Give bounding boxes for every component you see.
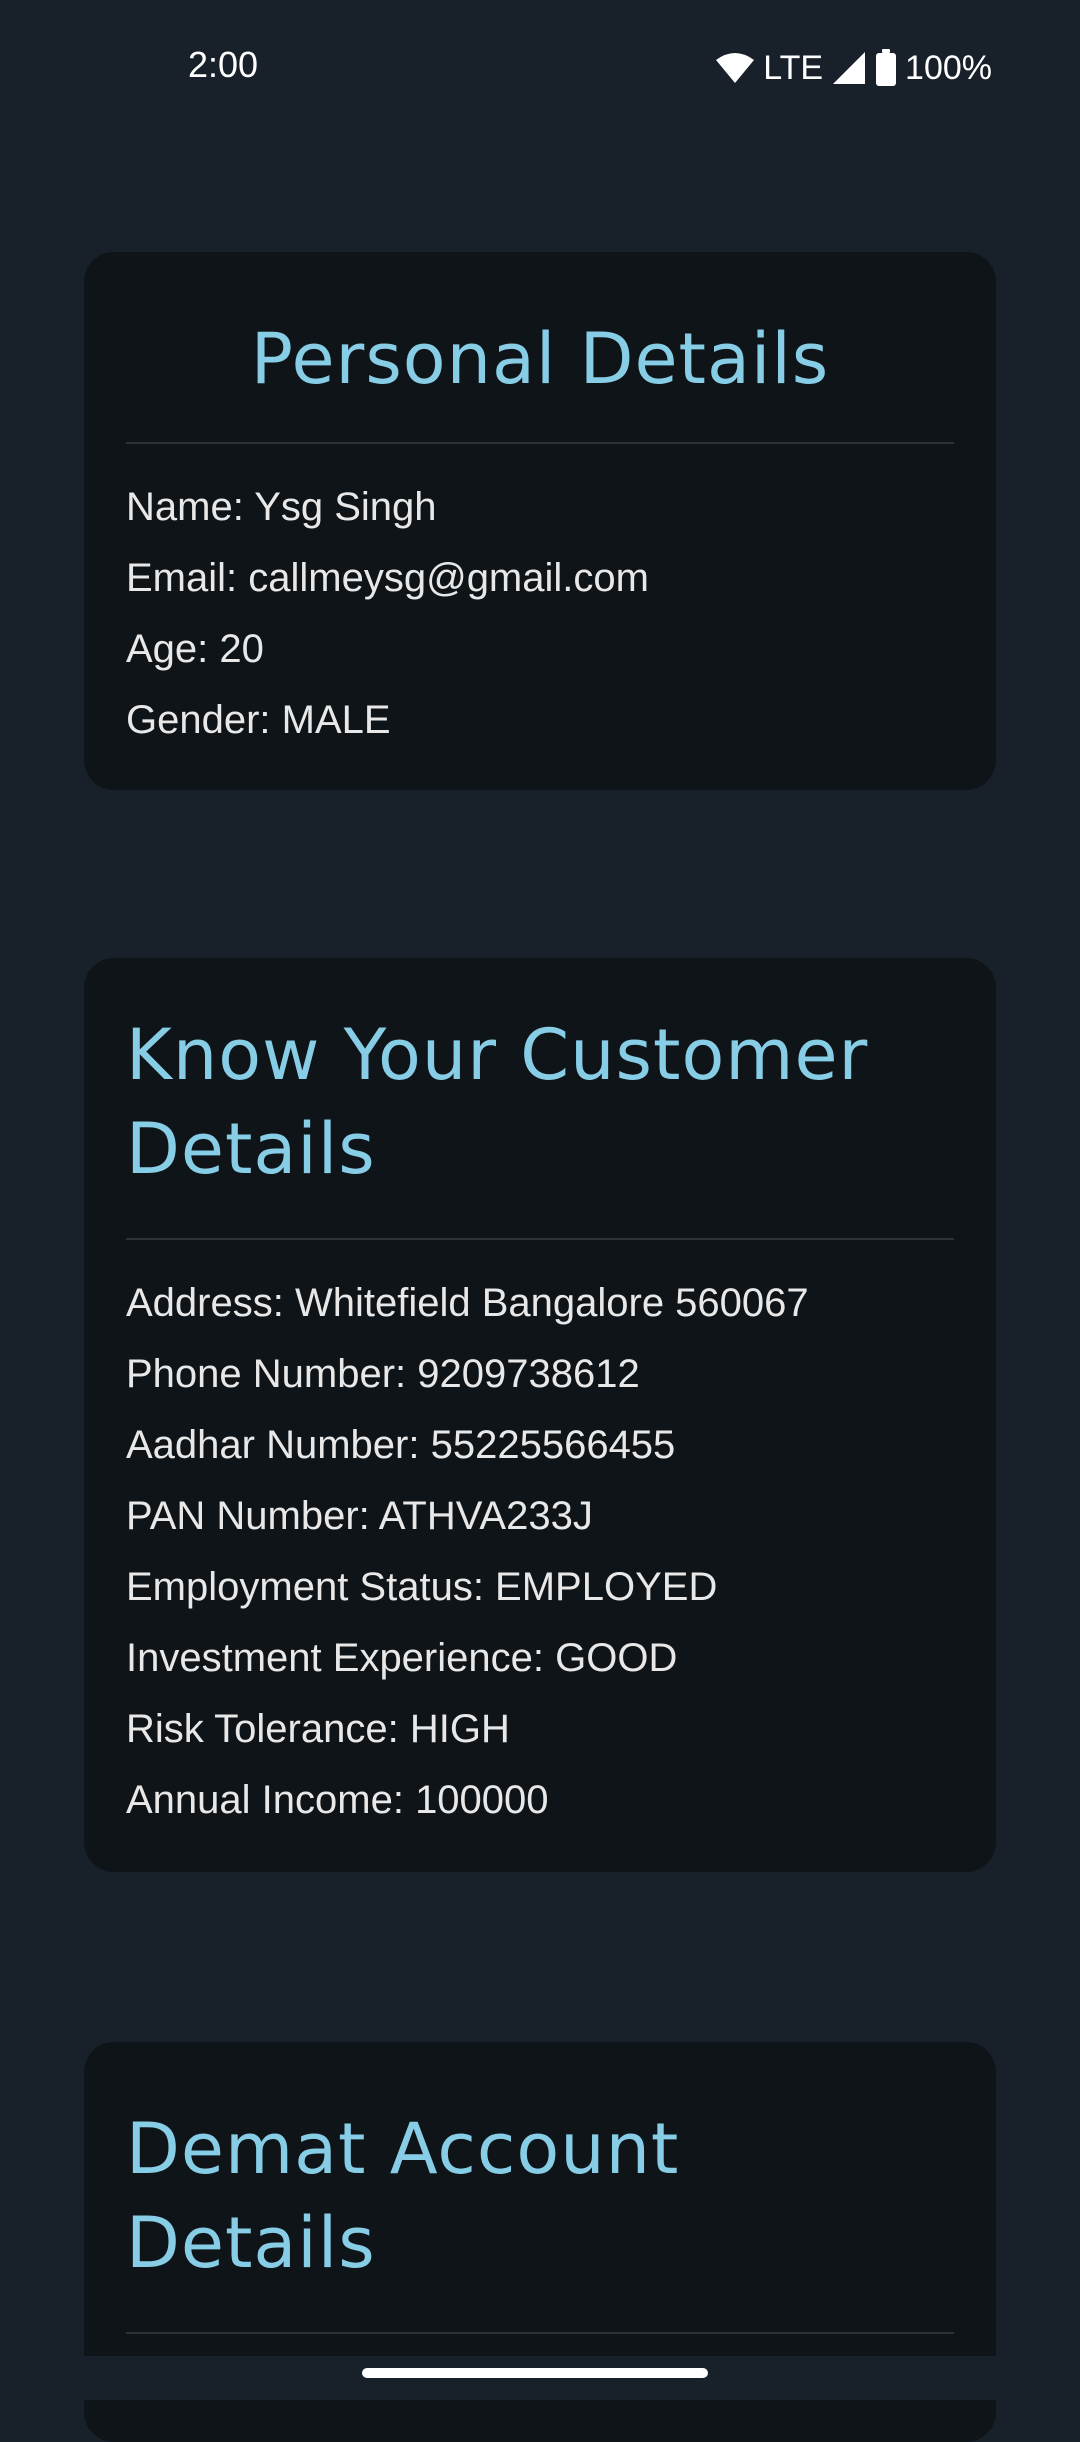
demat-title-line1: Demat Account <box>126 2108 680 2190</box>
network-type: LTE <box>763 48 824 87</box>
personal-details-card: Personal Details Name: Ysg Singh Email: … <box>84 252 996 790</box>
detail-row-phone: Phone Number: 9209738612 <box>126 1339 954 1410</box>
detail-label: Age: <box>126 627 220 671</box>
detail-row-investment: Investment Experience: GOOD <box>126 1623 954 1694</box>
detail-row-risk: Risk Tolerance: HIGH <box>126 1694 954 1765</box>
battery-level: 100% <box>905 48 992 87</box>
kyc-title-line2: Details <box>126 1108 376 1190</box>
kyc-details-title: Know Your Customer Details <box>126 958 954 1196</box>
detail-value: 20 <box>219 627 264 671</box>
detail-row-gender: Gender: MALE <box>126 685 954 756</box>
battery-icon <box>875 49 897 87</box>
personal-details-list: Name: Ysg Singh Email: callmeysg@gmail.c… <box>126 444 954 756</box>
detail-row-pan: PAN Number: ATHVA233J <box>126 1481 954 1552</box>
detail-label: Gender: <box>126 698 282 742</box>
detail-value: MALE <box>281 698 391 742</box>
home-gesture-handle[interactable] <box>362 2368 708 2378</box>
personal-details-title: Personal Details <box>250 318 830 400</box>
detail-row-age: Age: 20 <box>126 614 954 685</box>
status-time: 2:00 <box>188 44 259 85</box>
kyc-details-card: Know Your Customer Details Address: Whit… <box>84 958 996 1872</box>
kyc-title-line1: Know Your Customer <box>126 1014 869 1096</box>
detail-value: Whitefield Bangalore 560067 <box>294 1281 809 1325</box>
signal-icon <box>831 50 867 86</box>
status-bar: 2:00 LTE 100% <box>0 0 1080 136</box>
detail-value: 55225566455 <box>430 1423 676 1467</box>
status-icons: LTE 100% <box>715 44 992 92</box>
detail-value: EMPLOYED <box>495 1565 718 1609</box>
kyc-details-list: Address: Whitefield Bangalore 560067 Pho… <box>126 1240 954 1836</box>
demat-details-title: Demat Account Details <box>126 2042 954 2290</box>
detail-value: GOOD <box>555 1636 678 1680</box>
detail-label: Name: <box>126 485 255 529</box>
detail-label: Phone Number: <box>126 1352 418 1396</box>
detail-row-aadhar: Aadhar Number: 55225566455 <box>126 1410 954 1481</box>
detail-value: callmeysg@gmail.com <box>248 556 649 600</box>
detail-label: Investment Experience: <box>126 1636 556 1680</box>
detail-label: Email: <box>126 556 249 600</box>
detail-value: Ysg Singh <box>254 485 437 529</box>
detail-label: Aadhar Number: <box>126 1423 431 1467</box>
detail-row-address: Address: Whitefield Bangalore 560067 <box>126 1268 954 1339</box>
detail-label: Annual Income: <box>126 1778 416 1822</box>
divider <box>126 2332 954 2334</box>
detail-label: PAN Number: <box>126 1494 379 1538</box>
detail-value: HIGH <box>409 1707 510 1751</box>
detail-label: Employment Status: <box>126 1565 496 1609</box>
detail-row-email: Email: callmeysg@gmail.com <box>126 543 954 614</box>
detail-value: 100000 <box>415 1778 549 1822</box>
gesture-bar-area <box>0 2356 1080 2400</box>
detail-row-name: Name: Ysg Singh <box>126 472 954 543</box>
detail-row-employment: Employment Status: EMPLOYED <box>126 1552 954 1623</box>
detail-value: 9209738612 <box>417 1352 640 1396</box>
demat-title-line2: Details <box>126 2202 376 2284</box>
detail-label: Address: <box>126 1281 295 1325</box>
detail-label: Risk Tolerance: <box>126 1707 410 1751</box>
detail-row-income: Annual Income: 100000 <box>126 1765 954 1836</box>
wifi-icon <box>715 52 755 84</box>
detail-value: ATHVA233J <box>378 1494 593 1538</box>
